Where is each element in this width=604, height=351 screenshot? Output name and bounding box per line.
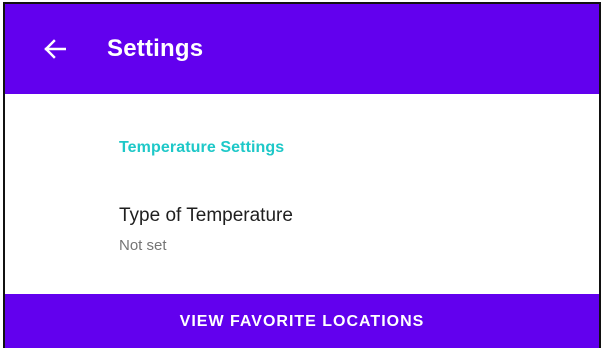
preference-temperature-type[interactable]: Type of Temperature Not set bbox=[5, 192, 599, 270]
view-favorite-locations-button[interactable]: VIEW FAVORITE LOCATIONS bbox=[5, 294, 599, 348]
preference-title: Type of Temperature bbox=[119, 205, 293, 226]
preference-summary: Not set bbox=[119, 237, 167, 254]
back-button[interactable] bbox=[27, 21, 83, 77]
page-title: Settings bbox=[107, 35, 204, 62]
screen: Settings Temperature Settings Type of Te… bbox=[3, 2, 601, 348]
section-header-temperature: Temperature Settings bbox=[119, 139, 285, 156]
app-bar: Settings bbox=[5, 4, 599, 94]
arrow-back-icon bbox=[44, 39, 66, 59]
